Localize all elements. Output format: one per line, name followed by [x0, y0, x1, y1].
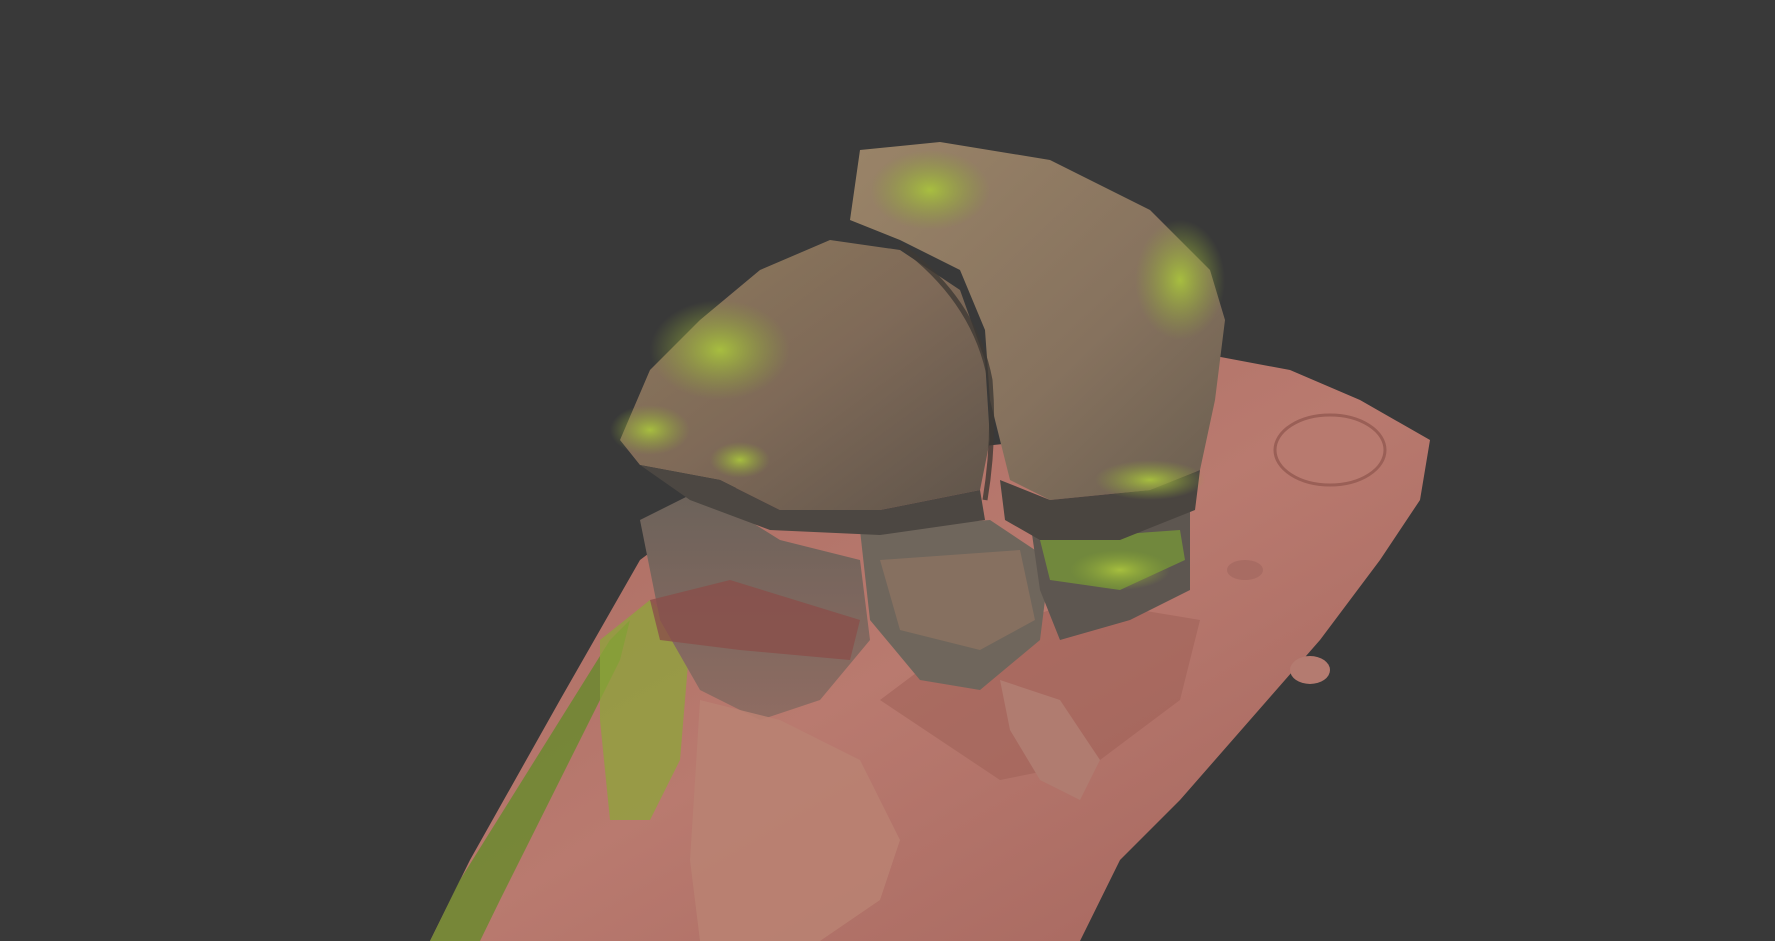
moss-patch: [650, 300, 790, 400]
ground-stone: [1273, 413, 1387, 487]
3d-model-render[interactable]: [0, 0, 1775, 941]
moss-patch: [1095, 460, 1205, 500]
moss-patch: [1070, 550, 1170, 590]
moss-patch: [610, 405, 690, 455]
3d-viewport[interactable]: [0, 0, 1775, 941]
moss-patch: [1135, 220, 1225, 340]
moss-patch: [870, 150, 990, 230]
moss-patch: [710, 442, 770, 478]
ground-stone: [1290, 656, 1330, 684]
ground-stone: [1227, 560, 1263, 580]
